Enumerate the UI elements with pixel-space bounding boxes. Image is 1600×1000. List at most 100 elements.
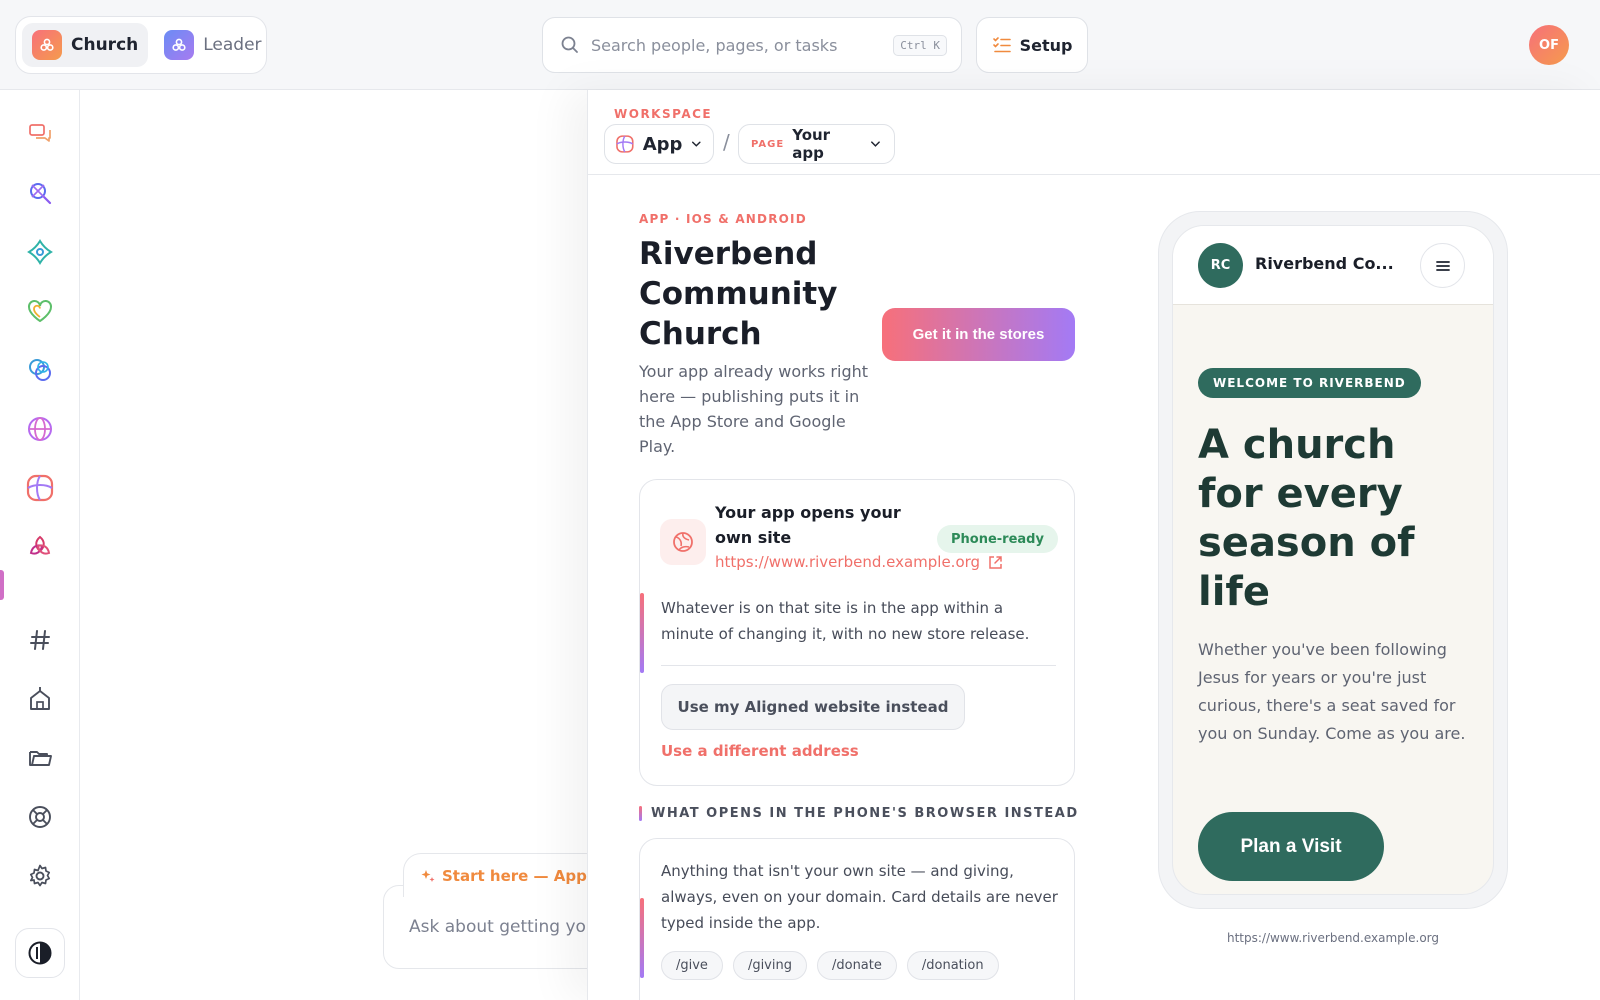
sidebar-item-groups[interactable] xyxy=(20,232,60,272)
path-chip[interactable]: /donate xyxy=(816,951,897,980)
app-panel: WORKSPACE App / PAGE Your app APP · IOS … xyxy=(587,90,1600,1000)
leader-logo-icon xyxy=(164,30,195,60)
get-in-stores-button[interactable]: Get it in the stores xyxy=(882,308,1075,361)
app-kicker: APP · IOS & ANDROID xyxy=(639,212,807,226)
theme-toggle-button[interactable] xyxy=(15,928,65,978)
lifebuoy-icon xyxy=(29,806,51,828)
user-avatar[interactable]: OF xyxy=(1529,25,1569,65)
browser-card: Anything that isn't your own site — and … xyxy=(639,838,1075,1000)
page-subtitle: Your app already works right here — publ… xyxy=(639,362,869,456)
hero-heading: A church for every season of life xyxy=(1198,422,1415,615)
hero-body: Whether you've been following Jesus for … xyxy=(1198,640,1466,743)
interlocked-rings-icon xyxy=(29,359,51,381)
search-shortcut-hint: Ctrl K xyxy=(893,34,947,56)
site-url-link[interactable]: https://www.riverbend.example.org xyxy=(715,553,1003,571)
sidebar-item-ministries[interactable] xyxy=(20,527,60,567)
site-card: Your app opens your own site Phone-ready… xyxy=(639,479,1075,786)
assistant-chat-tag-label: Start here — App xyxy=(442,866,587,885)
sidebar-item-files[interactable] xyxy=(20,738,60,778)
checklist-icon xyxy=(992,37,1011,53)
external-link-icon xyxy=(989,555,1002,569)
browser-section-label: WHAT OPENS IN THE PHONE'S BROWSER INSTEA… xyxy=(651,806,1079,821)
plan-visit-button[interactable]: Plan a Visit xyxy=(1198,812,1384,881)
workspace-select[interactable]: App xyxy=(604,124,714,164)
accent-bar xyxy=(640,898,644,978)
status-badge: Phone-ready xyxy=(937,525,1058,553)
browser-card-text: Anything that isn't your own site — and … xyxy=(661,862,1058,932)
search-bar[interactable]: Ctrl K xyxy=(542,17,962,73)
sidebar-item-app[interactable] xyxy=(20,468,60,508)
chat-bubbles-icon xyxy=(29,124,51,142)
accent-bar xyxy=(640,593,644,673)
app-switcher: Church Leader xyxy=(15,16,267,74)
church-logo-icon xyxy=(32,30,62,60)
church-building-icon xyxy=(30,687,50,710)
church-name: Riverbend Co... xyxy=(1255,254,1394,273)
setup-button[interactable]: Setup xyxy=(976,17,1088,73)
chevron-down-icon xyxy=(692,141,702,147)
sidebar-item-channels[interactable] xyxy=(20,620,60,660)
page-value: Your app xyxy=(792,126,831,162)
path-chip[interactable]: /giving xyxy=(732,951,807,980)
tab-church[interactable]: Church xyxy=(22,23,149,67)
use-different-address-link[interactable]: Use a different address xyxy=(661,742,859,760)
sidebar-item-messages[interactable] xyxy=(20,114,60,154)
search-input[interactable] xyxy=(591,35,894,55)
page-kicker: PAGE xyxy=(751,138,785,150)
page-select[interactable]: PAGE Your app xyxy=(738,124,895,164)
triquetra-icon xyxy=(29,535,51,555)
site-card-title: Your app opens your own site xyxy=(715,503,901,547)
gear-icon xyxy=(29,864,51,887)
use-aligned-website-button[interactable]: Use my Aligned website instead xyxy=(661,684,965,730)
sidebar-item-help[interactable] xyxy=(20,797,60,837)
globe-icon xyxy=(28,417,52,441)
folder-icon xyxy=(29,751,52,766)
phone-header: RC Riverbend Co... xyxy=(1173,226,1493,305)
sidebar xyxy=(0,90,80,1000)
site-card-note-text: Whatever is on that site is in the app w… xyxy=(661,599,1030,643)
page-title: Riverbend Community Church xyxy=(639,236,838,352)
diamond-cross-icon xyxy=(27,239,53,265)
site-icon xyxy=(660,519,706,565)
phone-menu-button[interactable] xyxy=(1420,243,1465,288)
setup-label: Setup xyxy=(1019,35,1073,55)
heart-icon xyxy=(28,300,52,323)
path-chip[interactable]: /donation xyxy=(906,951,999,980)
phone-preview-url: https://www.riverbend.example.org xyxy=(1226,931,1440,945)
site-url-text: https://www.riverbend.example.org xyxy=(715,553,981,571)
sidebar-active-indicator xyxy=(0,570,4,600)
globe-icon xyxy=(673,532,693,552)
sidebar-item-web[interactable] xyxy=(20,409,60,449)
hash-icon xyxy=(30,630,50,650)
sidebar-item-church[interactable] xyxy=(20,679,60,719)
assistant-chat-tag[interactable]: Start here — App xyxy=(403,853,604,897)
theme-toggle-icon xyxy=(28,941,52,965)
sidebar-item-people[interactable] xyxy=(20,173,60,213)
sparkle-icon xyxy=(421,869,435,882)
path-chips: /give /giving /donate /donation xyxy=(661,951,999,980)
breadcrumb-separator: / xyxy=(723,130,730,154)
panel-header: WORKSPACE App / PAGE Your app xyxy=(588,90,1600,175)
church-avatar: RC xyxy=(1198,243,1243,288)
hamburger-menu-icon xyxy=(1435,260,1450,271)
top-bar: Church Leader Ctrl K Setup OF xyxy=(0,0,1600,90)
people-search-icon xyxy=(30,183,52,205)
browser-section-heading: WHAT OPENS IN THE PHONE'S BROWSER INSTEA… xyxy=(639,806,1079,821)
phone-preview: RC Riverbend Co... WELCOME TO RIVERBEND … xyxy=(1172,225,1494,895)
welcome-badge: WELCOME TO RIVERBEND xyxy=(1198,368,1421,398)
divider xyxy=(661,665,1056,666)
site-card-note: Whatever is on that site is in the app w… xyxy=(640,593,1076,673)
chevron-down-icon xyxy=(871,141,880,147)
tab-leader[interactable]: Leader xyxy=(154,23,271,67)
search-icon xyxy=(561,36,578,53)
assistant-chat-input[interactable]: Ask about getting you xyxy=(409,917,597,937)
tab-church-label: Church xyxy=(71,35,139,55)
sidebar-item-connect[interactable] xyxy=(20,350,60,390)
sidebar-item-settings[interactable] xyxy=(20,856,60,896)
workspace-label: WORKSPACE xyxy=(614,107,713,121)
tab-leader-label: Leader xyxy=(203,35,262,55)
sidebar-item-care[interactable] xyxy=(20,291,60,331)
path-chip[interactable]: /give xyxy=(661,951,723,980)
accent-bar xyxy=(639,806,642,821)
app-grid-icon xyxy=(26,474,54,502)
